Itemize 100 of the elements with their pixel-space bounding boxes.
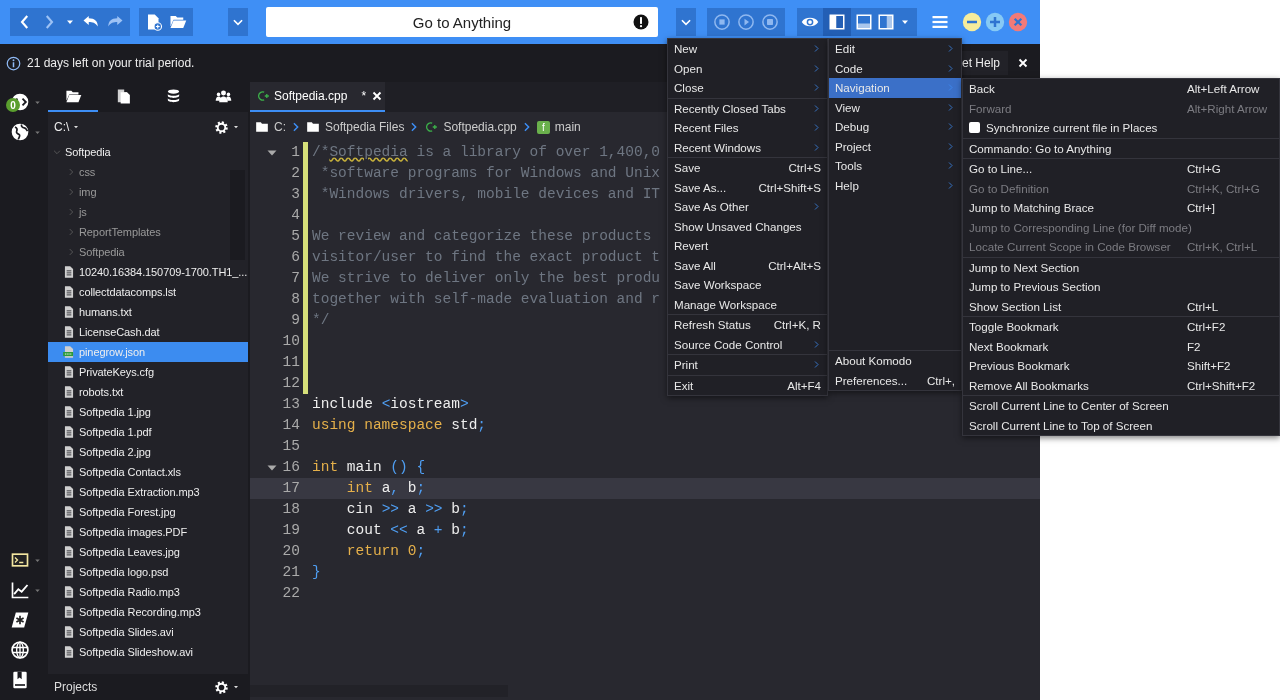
menu-item[interactable]: Commando: Go to Anything xyxy=(963,138,1279,158)
menu-item[interactable]: Refresh Status Ctrl+K, R xyxy=(668,315,827,335)
maximize-button[interactable] xyxy=(985,12,1005,32)
code-line: int a, b; xyxy=(345,480,426,496)
menu-item[interactable]: Jump to Matching Brace Ctrl+] xyxy=(963,198,1279,218)
close-icon[interactable] xyxy=(1016,56,1030,70)
folder-item[interactable]: css xyxy=(48,162,248,182)
menu-item[interactable]: Help xyxy=(829,175,961,195)
file-item[interactable]: Softpedia logo.psd xyxy=(48,562,248,582)
menu-item[interactable]: Preferences... Ctrl+, xyxy=(829,370,961,390)
line-number: 21 xyxy=(282,563,300,582)
line-number: 2 xyxy=(291,164,300,183)
breadcrumb-item[interactable]: C: xyxy=(255,120,286,134)
file-item[interactable]: Softpedia Slideshow.avi xyxy=(48,642,248,662)
file-item[interactable]: Softpedia 1.pdf xyxy=(48,422,248,442)
file-item[interactable]: Softpedia Leaves.jpg xyxy=(48,542,248,562)
menu-item[interactable]: Remove All Bookmarks Ctrl+Shift+F2 xyxy=(963,375,1279,395)
menu-item[interactable]: Save As... Ctrl+Shift+S xyxy=(668,177,827,197)
menu-item[interactable]: Revert xyxy=(668,236,827,256)
stop-icon xyxy=(713,13,731,31)
menu-item[interactable]: View xyxy=(829,97,961,117)
checkbox[interactable] xyxy=(969,122,980,134)
code-line: visitor/user to find the exact product t xyxy=(312,249,661,265)
menu-item[interactable]: Debug xyxy=(829,117,961,137)
file-item[interactable]: Softpedia 2.jpg xyxy=(48,442,248,462)
file-item[interactable]: PrivateKeys.cfg xyxy=(48,362,248,382)
folder-item[interactable]: ReportTemplates xyxy=(48,222,248,242)
menu-item[interactable]: Recent Windows xyxy=(668,137,827,157)
file-item[interactable]: Softpedia Extraction.mp3 xyxy=(48,482,248,502)
file-item[interactable]: humans.txt xyxy=(48,302,248,322)
file-item[interactable]: Softpedia Forest.jpg xyxy=(48,502,248,522)
folder-item[interactable]: img xyxy=(48,182,248,202)
file-item[interactable]: 10240.16384.150709-1700.TH1_... xyxy=(48,262,248,282)
menu-item[interactable]: Exit Alt+F4 xyxy=(668,375,827,395)
dropdown-button[interactable] xyxy=(676,8,696,36)
menu-item[interactable]: Close xyxy=(668,78,827,98)
drive-dropdown[interactable]: C:\ xyxy=(54,120,81,134)
terminal-icon[interactable] xyxy=(10,550,30,570)
asterisk-icon[interactable] xyxy=(10,610,30,630)
file-icon xyxy=(62,324,76,340)
file-item[interactable]: LicenseCash.dat xyxy=(48,322,248,342)
file-icon xyxy=(62,264,76,280)
folder-item[interactable]: Softpedia xyxy=(48,142,248,162)
file-item[interactable]: Softpedia Slides.avi xyxy=(48,622,248,642)
file-item[interactable]: Softpedia images.PDF xyxy=(48,522,248,542)
file-item[interactable]: Softpedia Contact.xls xyxy=(48,462,248,482)
dropdown-button[interactable] xyxy=(228,8,248,36)
menu-item[interactable]: Source Code Control xyxy=(668,334,827,354)
menu-item[interactable]: About Komodo xyxy=(829,351,961,371)
menu-item[interactable]: Toggle Bookmark Ctrl+F2 xyxy=(963,317,1279,337)
folder-item[interactable]: js xyxy=(48,202,248,222)
line-number: 16 xyxy=(282,458,300,477)
chart-icon[interactable] xyxy=(10,580,30,600)
menu-item[interactable]: Open xyxy=(668,58,827,78)
chevron-icon xyxy=(291,121,301,133)
file-item[interactable]: Softpedia Radio.mp3 xyxy=(48,582,248,602)
menu-item[interactable]: Go to Line... Ctrl+G xyxy=(963,159,1279,179)
menu-item[interactable]: Save Ctrl+S xyxy=(668,158,827,178)
menu-item[interactable]: Save All Ctrl+Alt+S xyxy=(668,255,827,275)
menu-item[interactable]: Manage Workspace xyxy=(668,294,827,314)
menu-item[interactable]: Show Unsaved Changes xyxy=(668,216,827,236)
breadcrumb-item[interactable]: Softpedia.cpp xyxy=(424,120,517,134)
settings-icon[interactable] xyxy=(214,119,229,135)
line-number: 20 xyxy=(282,542,300,561)
menu-item[interactable]: New xyxy=(668,39,827,59)
line-number: 14 xyxy=(282,416,300,435)
pane-toggle[interactable] xyxy=(823,8,851,36)
menu-item[interactable]: Scroll Current Line to Top of Screen xyxy=(963,415,1279,435)
menu-item[interactable]: Jump to Previous Section xyxy=(963,277,1279,297)
menu-item[interactable]: Project xyxy=(829,136,961,156)
menu-item[interactable]: Jump to Next Section xyxy=(963,257,1279,277)
menu-item[interactable]: Recent Files xyxy=(668,118,827,138)
breadcrumb-item[interactable]: Softpedia Files xyxy=(306,120,405,134)
go-to-anything-field[interactable]: Go to Anything xyxy=(266,7,658,37)
line-number: 13 xyxy=(282,395,300,414)
menu-item[interactable]: Synchronize current file in Places xyxy=(963,118,1279,138)
minimize-button[interactable] xyxy=(962,12,982,32)
menu-item[interactable]: Tools xyxy=(829,156,961,176)
menu-item[interactable]: Print xyxy=(668,355,827,375)
breadcrumb-item[interactable]: f main xyxy=(536,120,581,134)
editor-tab[interactable]: Softpedia.cpp * xyxy=(250,82,385,112)
file-item[interactable]: Softpedia 1.jpg xyxy=(48,402,248,422)
book-icon[interactable] xyxy=(10,670,30,690)
menu-item[interactable]: Navigation xyxy=(829,78,961,98)
menu-item[interactable]: Recently Closed Tabs xyxy=(668,98,827,118)
folder-item[interactable]: Softpedia xyxy=(48,242,248,262)
menu-item[interactable]: Save As Other xyxy=(668,197,827,217)
menu-item[interactable]: Previous Bookmark Shift+F2 xyxy=(963,356,1279,376)
file-item[interactable]: Softpedia Recording.mp3 xyxy=(48,602,248,622)
menu-item[interactable]: Show Section List Ctrl+L xyxy=(963,296,1279,316)
menu-item[interactable]: Save Workspace xyxy=(668,275,827,295)
globe-icon[interactable] xyxy=(10,640,30,660)
file-icon xyxy=(62,424,76,440)
menu-item[interactable]: Back Alt+Left Arrow xyxy=(963,79,1279,99)
globe-icon[interactable] xyxy=(10,122,30,142)
settings-icon[interactable] xyxy=(214,679,229,695)
menu-item[interactable]: Scroll Current Line to Center of Screen xyxy=(963,396,1279,416)
menu-item[interactable]: Next Bookmark F2 xyxy=(963,336,1279,356)
file-item[interactable]: robots.txt xyxy=(48,382,248,402)
file-item[interactable]: collectdatacomps.lst xyxy=(48,282,248,302)
